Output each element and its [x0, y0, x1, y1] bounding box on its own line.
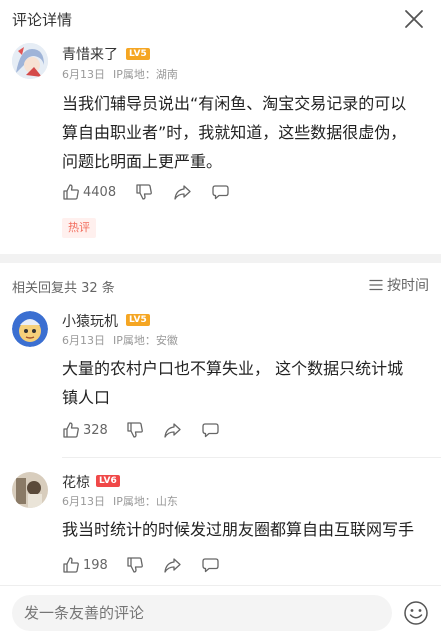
thumb-down-icon: [127, 422, 143, 438]
replies-count: 相关回复共 32 条: [12, 281, 115, 296]
comment-text-line: 问题比明面上更严重。: [62, 152, 223, 171]
comment-text: 大量的农村户口也不算失业， 这个数据只统计城 镇人口: [62, 354, 432, 412]
reply-button[interactable]: [211, 181, 230, 203]
like-count: 328: [83, 422, 108, 438]
share-button[interactable]: [173, 181, 192, 203]
emoji-smile-icon: [404, 601, 428, 625]
dislike-button[interactable]: [135, 181, 153, 203]
comment-actions: 198: [62, 554, 262, 576]
comment-text-line: 镇人口: [62, 388, 111, 407]
thumb-down-icon: [136, 184, 152, 200]
comment-icon: [202, 558, 219, 573]
username[interactable]: 小猿玩机: [62, 311, 118, 331]
dislike-button[interactable]: [126, 554, 144, 576]
reply-button[interactable]: [201, 419, 220, 441]
replies-header: 相关回复共 32 条 按时间: [0, 263, 441, 305]
comment-composer: [0, 585, 441, 640]
avatar-image: [12, 43, 48, 79]
reply-item: 花椋 LV6 6月13日 IP属地：山东 我当时统计的时候发过朋友圈都算自由互联网…: [0, 466, 441, 584]
thumb-down-icon: [127, 557, 143, 573]
avatar[interactable]: [12, 472, 48, 508]
header-bar: 评论详情: [0, 0, 441, 38]
sort-label: 按时间: [387, 278, 429, 294]
ip-location: IP属地：山东: [113, 495, 178, 508]
avatar[interactable]: [12, 43, 48, 79]
share-button[interactable]: [163, 419, 182, 441]
close-icon: [405, 10, 423, 28]
dislike-button[interactable]: [126, 419, 144, 441]
comment-text: 当我们辅导员说出“有闲鱼、淘宝交易记录的可以 算自由职业者”时，我就知道，这些数…: [62, 89, 432, 176]
comment-meta: 6月13日 IP属地：山东: [62, 493, 178, 509]
page-title: 评论详情: [12, 11, 73, 29]
comment-date: 6月13日: [62, 334, 105, 347]
comment-text-line: 算自由职业者”时，我就知道，这些数据很虚伪，: [62, 123, 407, 142]
comment-date: 6月13日: [62, 68, 105, 81]
comment-icon: [212, 185, 229, 200]
like-button[interactable]: 328: [62, 419, 108, 441]
username[interactable]: 青惜来了: [62, 44, 118, 64]
like-button[interactable]: 4408: [62, 181, 116, 203]
reply-item: 小猿玩机 LV5 6月13日 IP属地：安徽 大量的农村户口也不算失业， 这个数据…: [0, 305, 441, 453]
share-icon: [164, 423, 181, 438]
close-button[interactable]: [403, 8, 425, 30]
comment-meta: 6月13日 IP属地：安徽: [62, 332, 178, 348]
emoji-button[interactable]: [403, 600, 429, 626]
reply-button[interactable]: [201, 554, 220, 576]
main-comment: 青惜来了 LV5 6月13日 IP属地：湖南 当我们辅导员说出“有闲鱼、淘宝交易记…: [0, 38, 441, 252]
ip-location: IP属地：安徽: [113, 334, 178, 347]
comment-text-line: 我当时统计的时候发过朋友圈都算自由互联网写手: [62, 520, 415, 539]
sort-button[interactable]: 按时间: [369, 275, 429, 295]
comment-text: 我当时统计的时候发过朋友圈都算自由互联网写手: [62, 515, 437, 544]
thumb-up-icon: [63, 557, 79, 573]
hot-comment-tag: 热评: [62, 218, 96, 238]
level-badge: LV6: [96, 475, 120, 487]
like-count: 198: [83, 557, 108, 573]
comment-icon: [202, 423, 219, 438]
sort-lines-icon: [369, 279, 383, 291]
like-count: 4408: [83, 184, 117, 200]
share-icon: [174, 185, 191, 200]
avatar-image: [12, 472, 48, 508]
level-badge: LV5: [126, 314, 150, 326]
comment-actions: 4408: [62, 181, 262, 203]
comment-text-line: 大量的农村户口也不算失业， 这个数据只统计城: [62, 359, 404, 378]
avatar-image: [12, 311, 48, 347]
share-button[interactable]: [163, 554, 182, 576]
comment-date: 6月13日: [62, 495, 105, 508]
row-divider: [62, 457, 441, 458]
comment-meta: 6月13日 IP属地：湖南: [62, 66, 178, 82]
share-icon: [164, 558, 181, 573]
avatar[interactable]: [12, 311, 48, 347]
thumb-up-icon: [63, 422, 79, 438]
level-badge: LV5: [126, 48, 150, 60]
like-button[interactable]: 198: [62, 554, 108, 576]
username[interactable]: 花椋: [62, 472, 90, 492]
ip-location: IP属地：湖南: [113, 68, 178, 81]
comment-actions: 328: [62, 419, 262, 441]
comment-text-line: 当我们辅导员说出“有闲鱼、淘宝交易记录的可以: [62, 94, 407, 113]
thumb-up-icon: [63, 184, 79, 200]
section-divider: [0, 254, 441, 263]
comment-input[interactable]: [12, 595, 392, 631]
